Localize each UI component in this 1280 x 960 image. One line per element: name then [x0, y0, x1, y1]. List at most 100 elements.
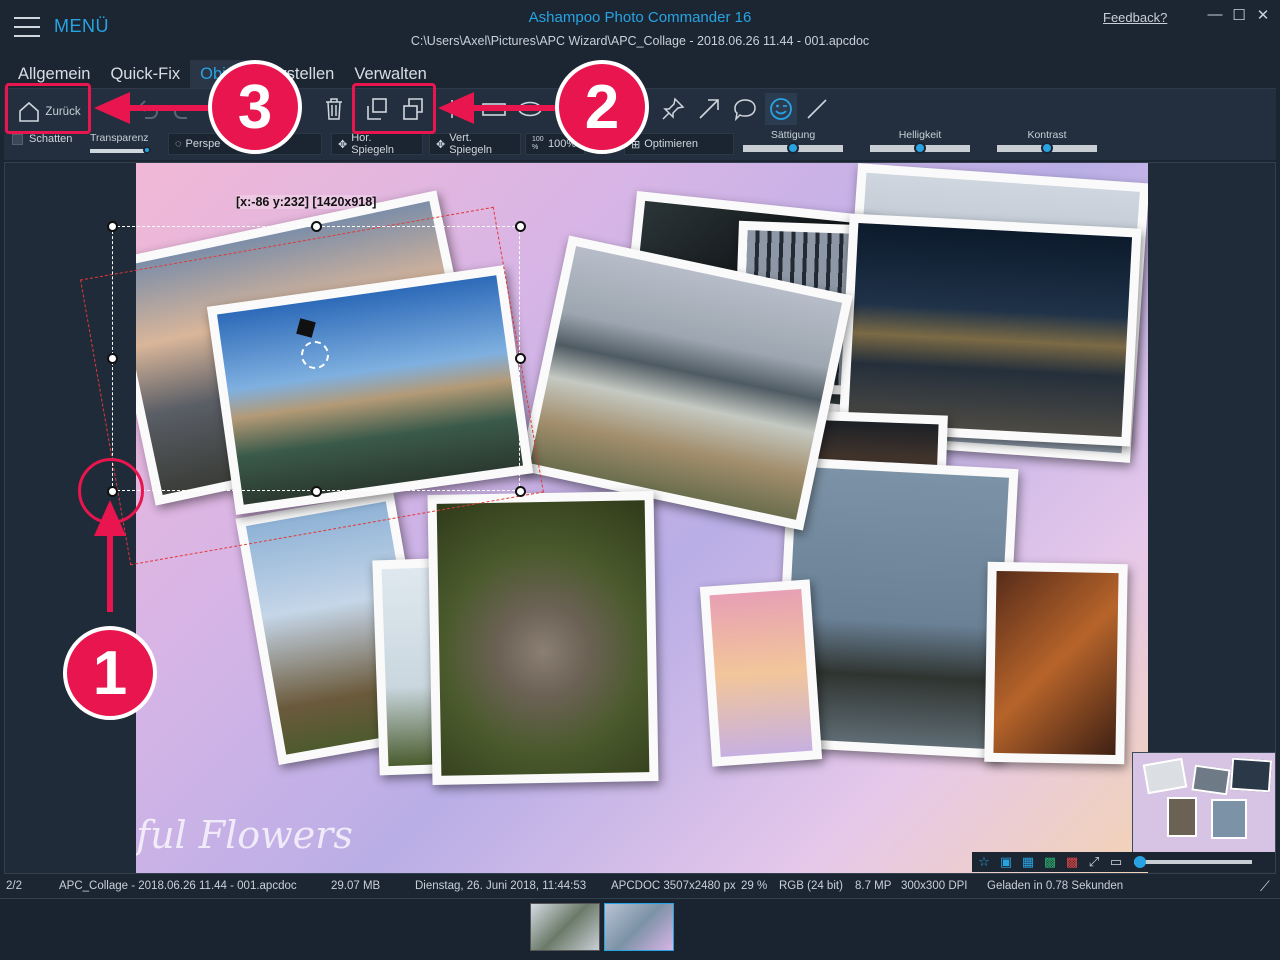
filmstrip-thumb-2[interactable]: [604, 903, 674, 951]
optimize-button[interactable]: ⊞ Optimieren: [624, 133, 734, 155]
photo-flowers[interactable]: [699, 579, 823, 767]
transparency-slider-knob[interactable]: [143, 146, 151, 154]
rotation-center-icon[interactable]: [301, 341, 329, 369]
zoom-slider-knob[interactable]: [1134, 856, 1146, 868]
minimize-button[interactable]: —: [1205, 6, 1225, 23]
pin-tool-button[interactable]: [657, 93, 689, 125]
app-title: Ashampoo Photo Commander 16: [528, 9, 752, 26]
image-icon[interactable]: ▩: [1042, 854, 1058, 870]
contrast-slider[interactable]: [997, 142, 1097, 154]
vertical-flip-button[interactable]: ✥ Vert. Spiegeln: [429, 132, 521, 156]
hflip-label: Hor. Spiegeln: [351, 132, 395, 156]
feedback-link[interactable]: Feedback?: [1103, 10, 1167, 25]
tab-quick-fix[interactable]: Quick-Fix: [100, 60, 190, 90]
optimize-label: Optimieren: [644, 138, 699, 150]
brightness-slider[interactable]: [870, 142, 970, 154]
arrow-3-head: [94, 92, 130, 124]
resize-grip-icon[interactable]: ⟋: [1260, 878, 1270, 895]
navigator-toolbar: ☆ ▣ ▦ ▩ ▩ ⤢ ▭: [972, 852, 1275, 872]
maximize-button[interactable]: ☐: [1229, 6, 1249, 24]
zoom-icon: 100 %: [532, 136, 544, 151]
contrast-slider-knob[interactable]: [1041, 142, 1053, 154]
arrow-1-shaft: [107, 530, 113, 612]
shadow-checkbox[interactable]: [12, 133, 23, 145]
arrow-1-head: [94, 500, 126, 536]
contrast-label: Kontrast: [1027, 129, 1067, 141]
nav-thumb-photo-a: [1142, 757, 1188, 795]
filmstrip-thumb-1[interactable]: [530, 903, 600, 951]
status-load-time: Geladen in 0.78 Sekunden: [987, 880, 1124, 892]
handle-middle-left[interactable]: [107, 353, 118, 364]
selection-readout: [x:-86 y:232] [1420x918]: [236, 195, 377, 209]
speech-bubble-icon: [734, 99, 756, 122]
brightness-slider-knob[interactable]: [914, 142, 926, 154]
vflip-label: Vert. Spiegeln: [449, 132, 493, 156]
badge-1: 1: [63, 626, 157, 720]
status-filesize: 29.07 MB: [331, 880, 381, 892]
nav-thumb-photo-b: [1191, 764, 1231, 796]
handle-middle-right[interactable]: [515, 353, 526, 364]
saturation-label: Sättigung: [770, 129, 816, 141]
status-date: Dienstag, 26. Juni 2018, 11:44:53: [415, 880, 587, 892]
hflip-icon: ✥: [338, 138, 348, 151]
filmstrip: [0, 898, 1280, 960]
trash-icon: [326, 98, 342, 120]
status-megapixels: 8.7 MP: [855, 880, 892, 892]
arrow-2-head: [438, 92, 474, 124]
grid-view-icon[interactable]: ▦: [1020, 854, 1036, 870]
highlight-layer-buttons: [352, 83, 436, 134]
watermark-text: ful Flowers: [136, 813, 353, 857]
title-bar: MENÜ Ashampoo Photo Commander 16 C:\User…: [0, 0, 1280, 60]
transparency-slider[interactable]: [90, 146, 151, 154]
arrow-icon: [699, 99, 719, 119]
fullscreen-icon[interactable]: ⤢: [1086, 854, 1102, 870]
nav-thumb-photo-d: [1167, 797, 1197, 837]
status-bar: 2/2 APC_Collage - 2018.06.26 11.44 - 001…: [0, 876, 1280, 898]
perspective-label: Perspe: [185, 138, 221, 150]
saturation-slider[interactable]: [743, 142, 843, 154]
photo-monkey[interactable]: [427, 491, 659, 785]
shadow-option[interactable]: Schatten: [12, 133, 72, 145]
line-icon: [807, 99, 827, 119]
status-color: RGB (24 bit): [779, 880, 843, 892]
star-icon[interactable]: ☆: [976, 854, 992, 870]
smiley-icon: [770, 98, 792, 120]
highlight-back-button: [5, 83, 91, 134]
navigator-preview[interactable]: [1132, 752, 1276, 854]
status-page: 2/2: [6, 880, 22, 892]
brightness-label: Helligkeit: [898, 129, 942, 141]
red-image-icon[interactable]: ▩: [1064, 854, 1080, 870]
handle-bottom-middle[interactable]: [311, 486, 322, 497]
document-path: C:\Users\Axel\Pictures\APC Wizard\APC_Co…: [410, 34, 870, 48]
badge-2: 2: [555, 60, 649, 154]
line-tool-button[interactable]: [801, 93, 833, 125]
horizontal-flip-button[interactable]: ✥ Hor. Spiegeln: [331, 132, 423, 156]
arrow-2-shaft: [470, 105, 560, 111]
photo-boston-night[interactable]: [838, 213, 1142, 447]
handle-top-left[interactable]: [107, 221, 118, 232]
delete-button[interactable]: [318, 93, 350, 125]
speech-bubble-tool-button[interactable]: [729, 93, 761, 125]
canvas-area[interactable]: ful Flowers [x:-86 y:232] [1420x918]: [4, 162, 1276, 874]
handle-top-right[interactable]: [515, 221, 526, 232]
handle-bottom-right[interactable]: [515, 486, 526, 497]
arrow-tool-button[interactable]: [693, 93, 725, 125]
nav-thumb-photo-e: [1211, 799, 1247, 839]
badge-3: 3: [208, 60, 302, 154]
status-filename: APC_Collage - 2018.06.26 11.44 - 001.apc…: [59, 880, 297, 892]
handle-top-middle[interactable]: [311, 221, 322, 232]
emoji-tool-button[interactable]: [765, 93, 797, 125]
photo-cat[interactable]: [984, 561, 1128, 765]
close-button[interactable]: ✕: [1253, 6, 1273, 24]
rotate-icon: ◌: [175, 138, 182, 150]
monitor-icon[interactable]: ▭: [1108, 854, 1124, 870]
zoom-slider[interactable]: [1134, 856, 1252, 868]
status-zoom: 29 %: [741, 880, 768, 892]
fit-icon[interactable]: ▣: [998, 854, 1014, 870]
shadow-label: Schatten: [29, 133, 73, 145]
vflip-icon: ✥: [436, 138, 446, 151]
saturation-slider-knob[interactable]: [787, 142, 799, 154]
transparency-label: Transparenz: [90, 132, 149, 144]
pin-icon: [662, 97, 685, 120]
status-format: APCDOC 3507x2480 px: [611, 880, 736, 892]
